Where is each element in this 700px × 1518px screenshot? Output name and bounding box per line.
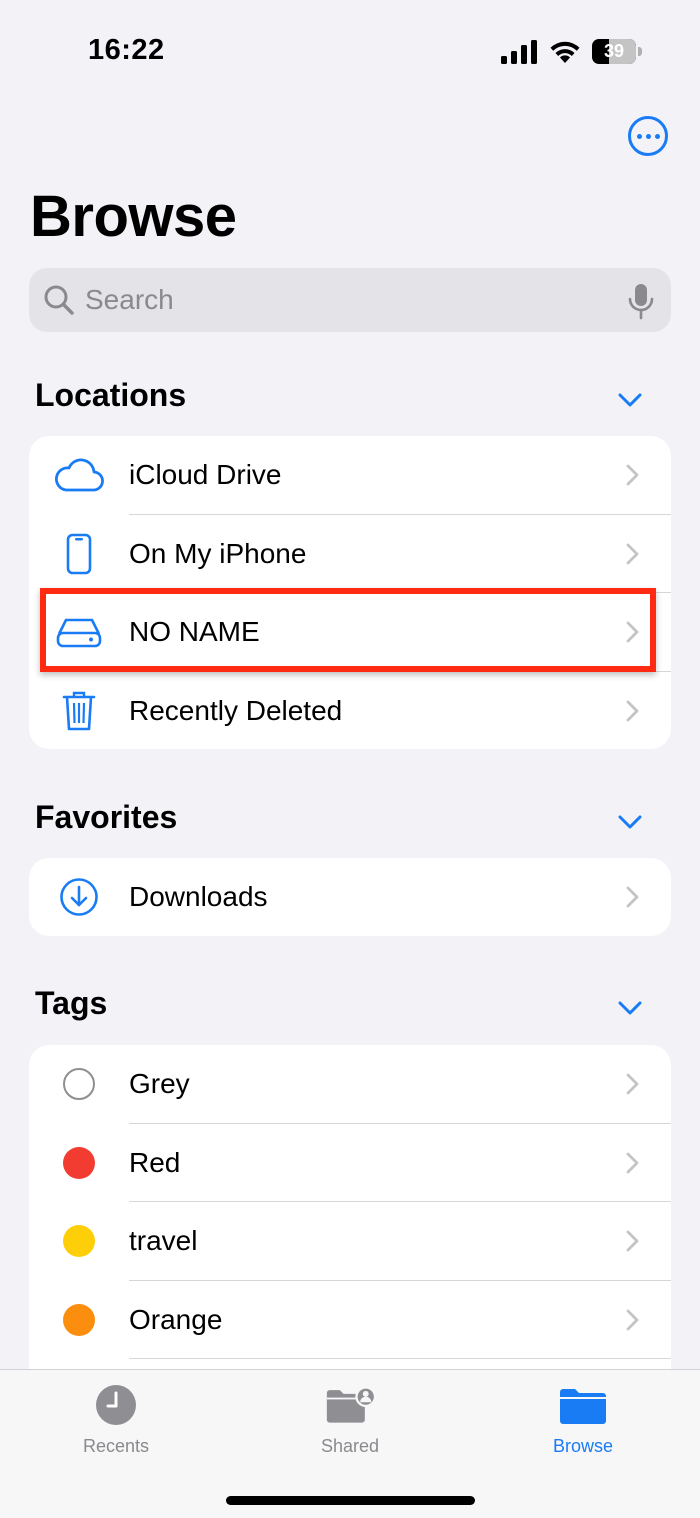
tag-row-orange[interactable]: Orange bbox=[29, 1281, 671, 1359]
tag-dot-icon bbox=[63, 1146, 95, 1179]
favorite-label: Downloads bbox=[129, 881, 268, 912]
chevron-down-icon[interactable] bbox=[618, 814, 642, 830]
home-indicator bbox=[226, 1496, 475, 1505]
tab-shared[interactable]: Shared bbox=[280, 1370, 420, 1470]
chevron-down-icon[interactable] bbox=[618, 1000, 642, 1016]
tag-label: Red bbox=[129, 1146, 181, 1178]
external-drive-icon bbox=[53, 610, 105, 654]
cellular-signal-icon bbox=[501, 40, 537, 64]
chevron-down-icon[interactable] bbox=[618, 392, 642, 408]
search-icon bbox=[44, 285, 74, 315]
locations-header: Locations bbox=[35, 377, 187, 413]
more-options-button[interactable] bbox=[628, 116, 668, 156]
favorite-row-downloads[interactable]: Downloads bbox=[29, 858, 671, 936]
chevron-right-icon bbox=[626, 543, 639, 565]
chevron-right-icon bbox=[626, 1152, 639, 1174]
location-row-recently-deleted[interactable]: Recently Deleted bbox=[29, 672, 671, 750]
favorites-header: Favorites bbox=[35, 799, 178, 835]
tab-recents[interactable]: Recents bbox=[46, 1370, 186, 1470]
tags-list: Grey Red travel Orange bbox=[29, 1045, 671, 1385]
chevron-right-icon bbox=[626, 1309, 639, 1331]
tag-label: Orange bbox=[129, 1303, 223, 1335]
location-label: NO NAME bbox=[129, 616, 260, 648]
battery-icon: 39 bbox=[592, 39, 642, 64]
location-label: iCloud Drive bbox=[129, 459, 282, 491]
microphone-icon[interactable] bbox=[628, 284, 654, 320]
search-input[interactable] bbox=[85, 268, 625, 332]
tab-label: Recents bbox=[82, 1436, 150, 1456]
location-row-no-name[interactable]: NO NAME bbox=[29, 593, 671, 672]
tag-row-grey[interactable]: Grey bbox=[29, 1045, 671, 1124]
tab-browse[interactable]: Browse bbox=[513, 1370, 653, 1470]
trash-icon bbox=[53, 689, 105, 733]
status-bar: 16:22 39 bbox=[0, 0, 700, 100]
chevron-right-icon bbox=[626, 700, 639, 722]
tag-row-travel[interactable]: travel bbox=[29, 1202, 671, 1281]
battery-level: 39 bbox=[603, 41, 625, 61]
tab-label: Browse bbox=[552, 1436, 614, 1456]
chevron-right-icon bbox=[626, 464, 639, 486]
tab-bar: Recents Shared Browse bbox=[0, 1369, 700, 1518]
chevron-right-icon bbox=[626, 1073, 639, 1095]
download-circle-icon bbox=[53, 875, 105, 919]
search-bar[interactable] bbox=[29, 268, 671, 332]
chevron-right-icon bbox=[626, 621, 639, 643]
tag-label: travel bbox=[129, 1225, 198, 1257]
tab-label: Shared bbox=[320, 1436, 380, 1456]
location-row-on-my-iphone[interactable]: On My iPhone bbox=[29, 515, 671, 593]
tag-row-red[interactable]: Red bbox=[29, 1124, 671, 1202]
chevron-right-icon bbox=[626, 886, 639, 908]
ellipsis-icon bbox=[636, 133, 642, 139]
location-label: On My iPhone bbox=[129, 537, 307, 569]
wifi-icon bbox=[550, 41, 580, 63]
location-row-icloud-drive[interactable]: iCloud Drive bbox=[29, 436, 671, 515]
folder-icon bbox=[560, 1389, 606, 1424]
cloud-icon bbox=[53, 453, 105, 497]
chevron-right-icon bbox=[626, 1230, 639, 1252]
tag-dot-icon bbox=[63, 1068, 95, 1101]
shared-folder-icon bbox=[326, 1386, 375, 1423]
page-title: Browse bbox=[30, 184, 237, 249]
tags-header: Tags bbox=[35, 985, 108, 1021]
status-time: 16:22 bbox=[88, 34, 165, 66]
tag-dot-icon bbox=[63, 1225, 95, 1258]
tag-label: Grey bbox=[129, 1068, 190, 1100]
locations-list: iCloud Drive On My iPhone NO NAME Recent… bbox=[29, 436, 671, 749]
tag-dot-icon bbox=[63, 1303, 95, 1336]
favorites-list: Downloads bbox=[29, 858, 671, 936]
clock-icon bbox=[96, 1385, 136, 1425]
iphone-icon bbox=[53, 532, 105, 576]
location-label: Recently Deleted bbox=[129, 694, 343, 726]
